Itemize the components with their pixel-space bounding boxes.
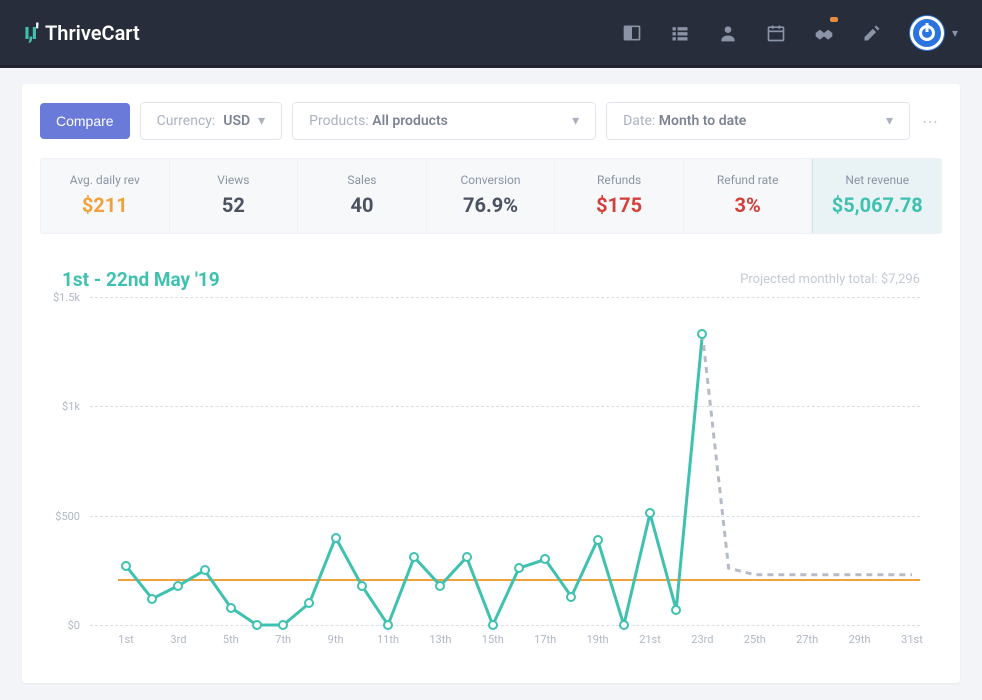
stat-value: $5,067.78 [819,193,935,217]
x-tick-label: 19th [587,633,609,646]
stat-value: 40 [304,193,420,217]
stat-value: $175 [561,193,677,217]
dashboard-icon[interactable] [622,23,642,43]
stat-label: Conversion [433,173,549,187]
user-icon[interactable] [718,23,738,43]
nav-icons: ▾ [622,16,958,50]
data-point[interactable] [121,561,131,571]
products-label: Products: [309,113,369,129]
stat-label: Net revenue [819,173,935,187]
data-point[interactable] [200,565,210,575]
stat-label: Views [176,173,292,187]
series-projected [702,334,912,575]
line-chart: $0$500$1k$1.5k1st3rd5th7th9th11th13th15t… [46,297,936,667]
x-tick-label: 29th [849,633,871,646]
x-tick-label: 13th [429,633,451,646]
compare-button[interactable]: Compare [40,103,130,139]
x-tick-label: 9th [328,633,344,646]
products-value: All products [372,113,448,129]
brand-name: ThriveCart [45,21,140,45]
x-tick-label: 3rd [170,633,186,646]
more-menu[interactable]: ⋯ [920,112,942,131]
series-actual [126,334,702,625]
date-selector[interactable]: Date: Month to date ▾ [606,102,910,140]
stat-label: Avg. daily rev [47,173,163,187]
list-icon[interactable] [670,23,690,43]
stat-tile[interactable]: Sales 40 [298,159,427,233]
x-tick-label: 1st [118,633,133,646]
stat-tile[interactable]: Conversion 76.9% [427,159,556,233]
power-menu[interactable]: ▾ [910,16,958,50]
x-tick-label: 17th [534,633,556,646]
x-tick-label: 7th [275,633,291,646]
data-point[interactable] [226,603,236,613]
topbar: ı,ı' ThriveCart ▾ [0,0,982,68]
stat-tile[interactable]: Refunds $175 [555,159,684,233]
main: Compare Currency: USD ▾ Products: All pr… [0,68,982,699]
data-point[interactable] [566,592,576,602]
data-point[interactable] [331,533,341,543]
x-tick-label: 23rd [691,633,713,646]
stat-value: $211 [47,193,163,217]
y-tick-label: $1.5k [46,291,86,304]
x-axis: 1st 3rd 5th 7th 9th 11th 13th 15th 17th 19th 21st 2… [118,625,920,667]
stat-tile[interactable]: Net revenue $5,067.78 [812,158,942,234]
chevron-down-icon: ▾ [952,26,958,40]
filter-bar: Compare Currency: USD ▾ Products: All pr… [40,102,942,140]
chart-projected-label: Projected monthly total: $7,296 [740,272,920,287]
plot-area [118,297,920,625]
power-icon [910,16,944,50]
notification-dot-icon [830,17,838,22]
currency-label: Currency: [157,113,216,129]
date-label: Date: [623,113,655,129]
chart-title: 1st - 22nd May '19 [62,268,220,291]
data-point[interactable] [435,581,445,591]
data-point[interactable] [357,581,367,591]
data-point[interactable] [671,605,681,615]
x-tick-label: 15th [482,633,504,646]
stat-tile[interactable]: Views 52 [170,159,299,233]
data-point[interactable] [147,594,157,604]
handshake-icon[interactable] [814,23,834,43]
stat-value: 52 [176,193,292,217]
chevron-down-icon: ▾ [886,113,893,129]
products-selector[interactable]: Products: All products ▾ [292,102,596,140]
y-tick-label: $0 [46,619,86,632]
stat-value: 76.9% [433,193,549,217]
currency-value: USD [223,113,250,129]
stats-row: Avg. daily rev $211 Views 52 Sales 40 Conversi… [40,158,942,234]
logo: ı,ı' ThriveCart [24,20,140,45]
chart-panel: 1st - 22nd May '19 Projected monthly tot… [40,250,942,673]
chart-header: 1st - 22nd May '19 Projected monthly tot… [46,268,936,297]
stat-tile[interactable]: Refund rate 3% [684,159,813,233]
chevron-down-icon: ▾ [258,113,265,129]
x-tick-label: 25th [744,633,766,646]
currency-selector[interactable]: Currency: USD ▾ [140,102,283,140]
stat-label: Sales [304,173,420,187]
chevron-down-icon: ▾ [572,113,579,129]
stat-tile[interactable]: Avg. daily rev $211 [41,159,170,233]
x-tick-label: 11th [377,633,399,646]
stat-label: Refund rate [690,173,806,187]
y-tick-label: $500 [46,510,86,523]
y-tick-label: $1k [46,400,86,413]
brand-bars-icon: ı,ı' [24,20,37,45]
x-tick-label: 27th [796,633,818,646]
x-tick-label: 5th [223,633,239,646]
x-tick-label: 31st [901,633,923,646]
data-point[interactable] [462,552,472,562]
dashboard-card: Compare Currency: USD ▾ Products: All pr… [22,84,960,683]
stat-value: 3% [690,193,806,217]
x-tick-label: 21st [639,633,661,646]
edit-icon[interactable] [862,23,882,43]
date-value: Month to date [659,113,747,129]
calendar-icon[interactable] [766,23,786,43]
stat-label: Refunds [561,173,677,187]
data-point[interactable] [593,535,603,545]
